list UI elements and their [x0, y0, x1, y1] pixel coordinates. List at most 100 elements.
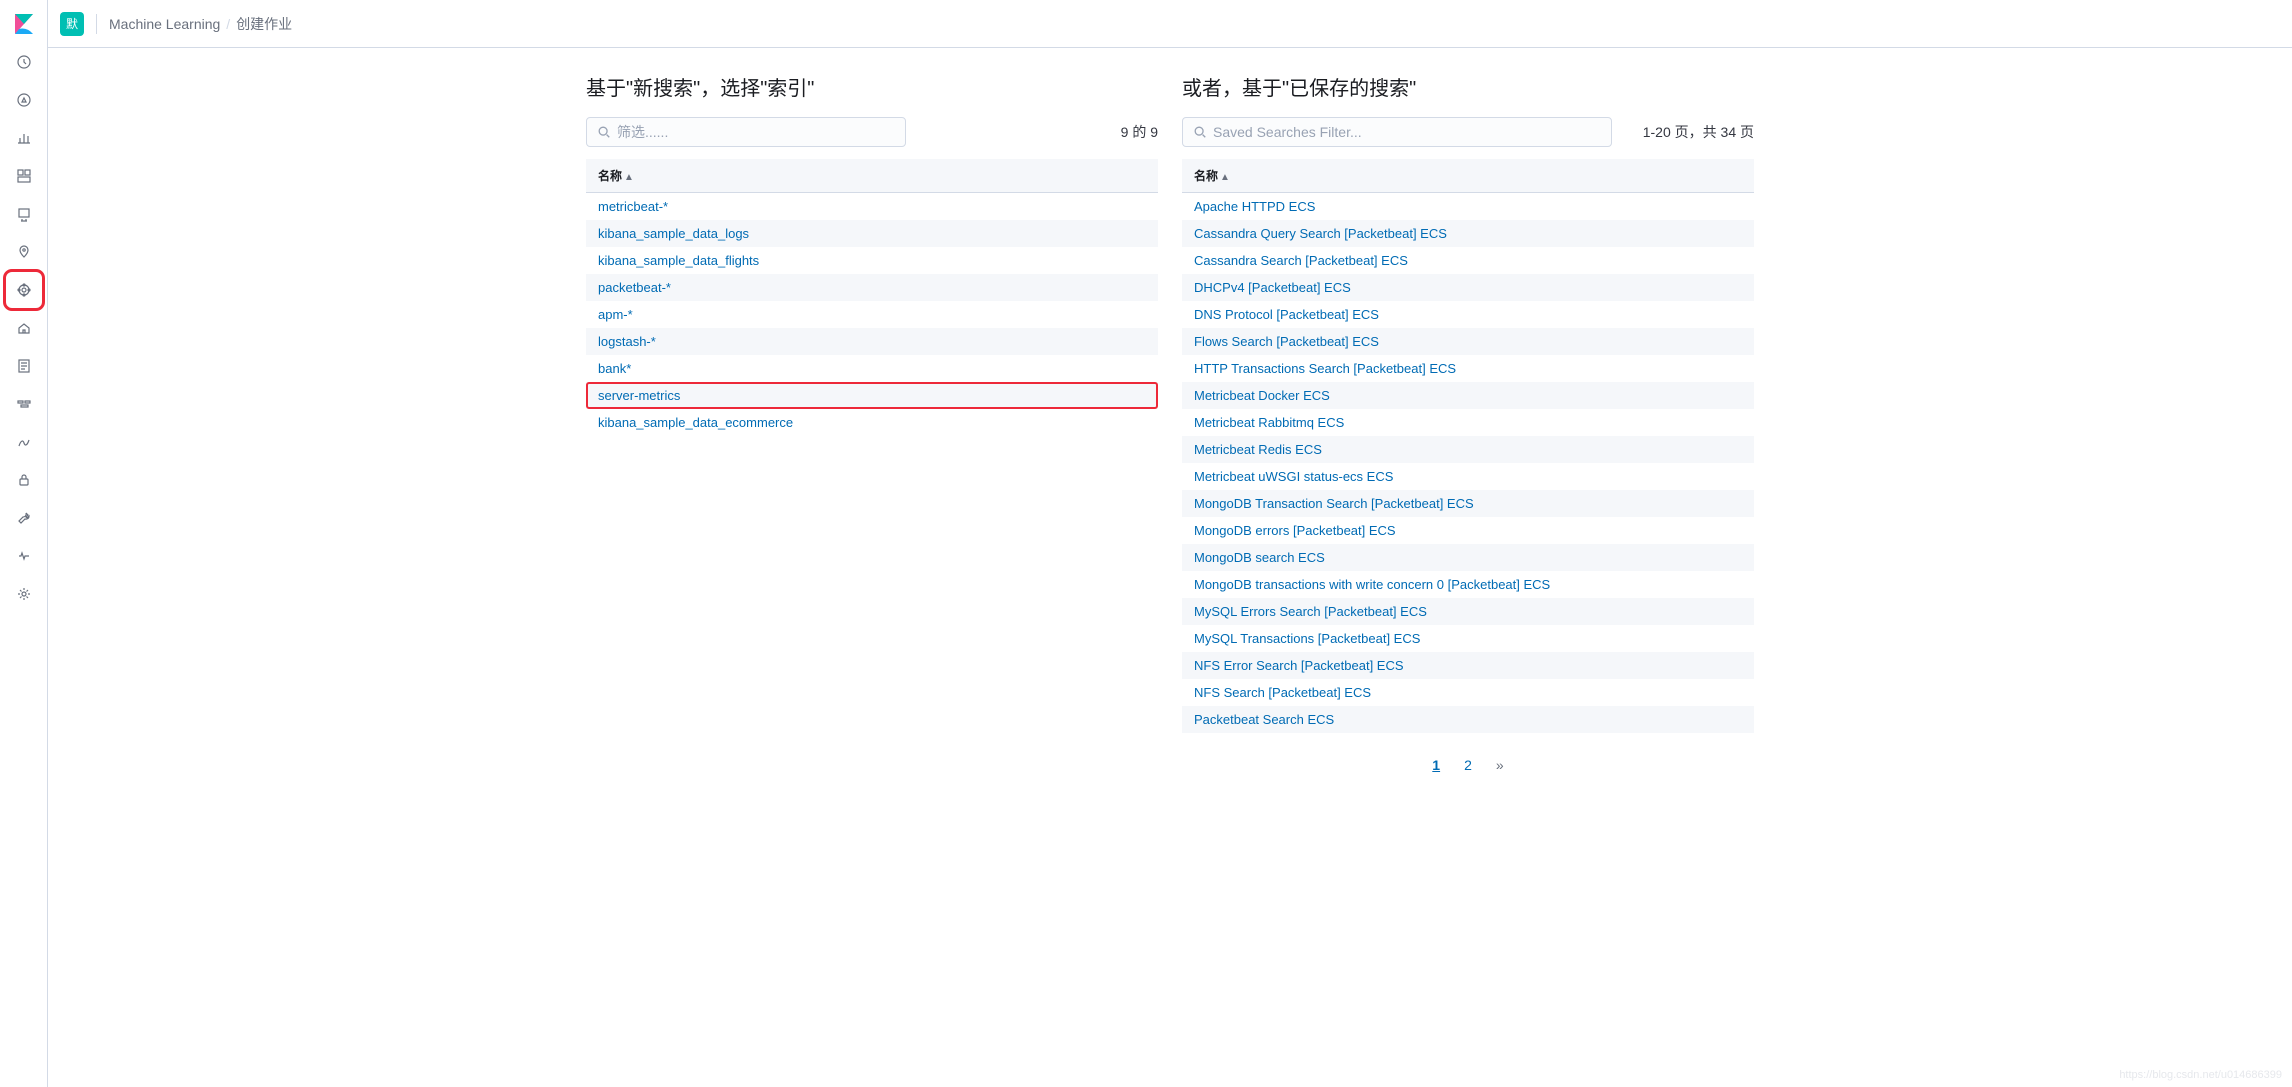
- canvas-icon[interactable]: [8, 198, 40, 230]
- saved-search-link[interactable]: DHCPv4 [Packetbeat] ECS: [1194, 280, 1351, 295]
- table-row: Metricbeat Docker ECS: [1182, 382, 1754, 409]
- index-link[interactable]: apm-*: [598, 307, 633, 322]
- topbar: 默 Machine Learning / 创建作业: [48, 0, 2292, 48]
- index-link[interactable]: packetbeat-*: [598, 280, 671, 295]
- dev-tools-icon[interactable]: [8, 502, 40, 534]
- saved-search-link[interactable]: Metricbeat Docker ECS: [1194, 388, 1330, 403]
- recent-icon[interactable]: [8, 46, 40, 78]
- saved-search-cell: MongoDB errors [Packetbeat] ECS: [1182, 517, 1754, 544]
- table-row: metricbeat-*: [586, 193, 1158, 221]
- saved-search-count: 1-20 页，共 34 页: [1643, 122, 1754, 142]
- management-icon[interactable]: [8, 578, 40, 610]
- discover-icon[interactable]: [8, 84, 40, 116]
- saved-search-link[interactable]: Cassandra Search [Packetbeat] ECS: [1194, 253, 1408, 268]
- table-row: kibana_sample_data_ecommerce: [586, 409, 1158, 436]
- space-selector[interactable]: 默: [60, 12, 84, 36]
- table-row: MongoDB search ECS: [1182, 544, 1754, 571]
- saved-search-link[interactable]: Flows Search [Packetbeat] ECS: [1194, 334, 1379, 349]
- index-link[interactable]: bank*: [598, 361, 631, 376]
- saved-search-cell: MongoDB Transaction Search [Packetbeat] …: [1182, 490, 1754, 517]
- pagination-next[interactable]: »: [1488, 753, 1512, 777]
- index-cell: kibana_sample_data_ecommerce: [586, 409, 1158, 436]
- table-row: Cassandra Query Search [Packetbeat] ECS: [1182, 220, 1754, 247]
- index-count: 9 的 9: [1121, 122, 1158, 142]
- index-link[interactable]: kibana_sample_data_ecommerce: [598, 415, 793, 430]
- machine-learning-icon[interactable]: [8, 274, 40, 306]
- breadcrumb-app[interactable]: Machine Learning: [109, 16, 220, 32]
- saved-search-link[interactable]: HTTP Transactions Search [Packetbeat] EC…: [1194, 361, 1456, 376]
- saved-search-cell: MongoDB search ECS: [1182, 544, 1754, 571]
- table-row: Flows Search [Packetbeat] ECS: [1182, 328, 1754, 355]
- infrastructure-icon[interactable]: [8, 312, 40, 344]
- index-link[interactable]: kibana_sample_data_flights: [598, 253, 759, 268]
- table-row: DNS Protocol [Packetbeat] ECS: [1182, 301, 1754, 328]
- index-table: 名称▲ metricbeat-* kibana_sample_data_logsk…: [586, 159, 1158, 436]
- saved-search-link[interactable]: DNS Protocol [Packetbeat] ECS: [1194, 307, 1379, 322]
- breadcrumb: Machine Learning / 创建作业: [109, 14, 292, 34]
- table-row: Cassandra Search [Packetbeat] ECS: [1182, 247, 1754, 274]
- index-filter-input[interactable]: [586, 117, 906, 147]
- table-row: MongoDB transactions with write concern …: [1182, 571, 1754, 598]
- saved-search-link[interactable]: NFS Error Search [Packetbeat] ECS: [1194, 658, 1404, 673]
- saved-search-link[interactable]: Cassandra Query Search [Packetbeat] ECS: [1194, 226, 1447, 241]
- sort-asc-icon: ▲: [1220, 172, 1230, 183]
- saved-search-link[interactable]: MongoDB Transaction Search [Packetbeat] …: [1194, 496, 1474, 511]
- saved-search-link[interactable]: Apache HTTPD ECS: [1194, 199, 1315, 214]
- sort-asc-icon: ▲: [624, 172, 634, 183]
- saved-search-cell: Metricbeat Rabbitmq ECS: [1182, 409, 1754, 436]
- index-link[interactable]: server-metrics: [598, 388, 680, 403]
- saved-search-link[interactable]: Packetbeat Search ECS: [1194, 712, 1334, 727]
- saved-search-link[interactable]: Metricbeat uWSGI status-ecs ECS: [1194, 469, 1393, 484]
- saved-search-link[interactable]: MongoDB transactions with write concern …: [1194, 577, 1550, 592]
- apm-icon[interactable]: [8, 388, 40, 420]
- index-table-header-name[interactable]: 名称▲: [586, 159, 1158, 193]
- table-row: bank*: [586, 355, 1158, 382]
- index-link[interactable]: metricbeat-*: [598, 199, 668, 214]
- table-row: NFS Error Search [Packetbeat] ECS: [1182, 652, 1754, 679]
- saved-search-cell: NFS Search [Packetbeat] ECS: [1182, 679, 1754, 706]
- index-link[interactable]: kibana_sample_data_logs: [598, 226, 749, 241]
- table-row: HTTP Transactions Search [Packetbeat] EC…: [1182, 355, 1754, 382]
- uptime-icon[interactable]: [8, 426, 40, 458]
- sidebar-nav: [0, 0, 48, 1087]
- saved-search-cell: Flows Search [Packetbeat] ECS: [1182, 328, 1754, 355]
- saved-search-cell: Packetbeat Search ECS: [1182, 706, 1754, 733]
- dashboard-icon[interactable]: [8, 160, 40, 192]
- index-cell: kibana_sample_data_logs: [586, 220, 1158, 247]
- index-cell: metricbeat-*: [586, 193, 1158, 221]
- index-cell: logstash-*: [586, 328, 1158, 355]
- visualize-icon[interactable]: [8, 122, 40, 154]
- table-row: apm-*: [586, 301, 1158, 328]
- saved-search-cell: MongoDB transactions with write concern …: [1182, 571, 1754, 598]
- table-row: server-metrics: [586, 382, 1158, 409]
- saved-search-link[interactable]: Metricbeat Redis ECS: [1194, 442, 1322, 457]
- logs-icon[interactable]: [8, 350, 40, 382]
- saved-search-link[interactable]: MySQL Errors Search [Packetbeat] ECS: [1194, 604, 1427, 619]
- index-link[interactable]: logstash-*: [598, 334, 656, 349]
- saved-search-link[interactable]: Metricbeat Rabbitmq ECS: [1194, 415, 1344, 430]
- siem-icon[interactable]: [8, 464, 40, 496]
- table-row: NFS Search [Packetbeat] ECS: [1182, 679, 1754, 706]
- saved-search-cell: Cassandra Search [Packetbeat] ECS: [1182, 247, 1754, 274]
- maps-icon[interactable]: [8, 236, 40, 268]
- stack-monitoring-icon[interactable]: [8, 540, 40, 572]
- table-row: Metricbeat Redis ECS: [1182, 436, 1754, 463]
- index-cell: packetbeat-*: [586, 274, 1158, 301]
- saved-search-cell: MySQL Transactions [Packetbeat] ECS: [1182, 625, 1754, 652]
- table-row: MongoDB Transaction Search [Packetbeat] …: [1182, 490, 1754, 517]
- saved-search-panel: 或者，基于"已保存的搜索" 1-20 页，共 34 页 名称▲ Apache H…: [1182, 72, 1754, 1063]
- saved-search-link[interactable]: MySQL Transactions [Packetbeat] ECS: [1194, 631, 1420, 646]
- pagination-page[interactable]: 1: [1424, 753, 1448, 777]
- saved-search-table-header-name[interactable]: 名称▲: [1182, 159, 1754, 193]
- kibana-logo-icon[interactable]: [12, 12, 36, 36]
- saved-search-link[interactable]: NFS Search [Packetbeat] ECS: [1194, 685, 1371, 700]
- pagination: 12 »: [1182, 753, 1754, 777]
- saved-search-link[interactable]: MongoDB search ECS: [1194, 550, 1325, 565]
- table-row: Packetbeat Search ECS: [1182, 706, 1754, 733]
- pagination-page[interactable]: 2: [1456, 753, 1480, 777]
- saved-search-filter-input[interactable]: [1182, 117, 1612, 147]
- table-row: kibana_sample_data_logs: [586, 220, 1158, 247]
- index-cell: kibana_sample_data_flights: [586, 247, 1158, 274]
- saved-search-link[interactable]: MongoDB errors [Packetbeat] ECS: [1194, 523, 1396, 538]
- table-row: Metricbeat Rabbitmq ECS: [1182, 409, 1754, 436]
